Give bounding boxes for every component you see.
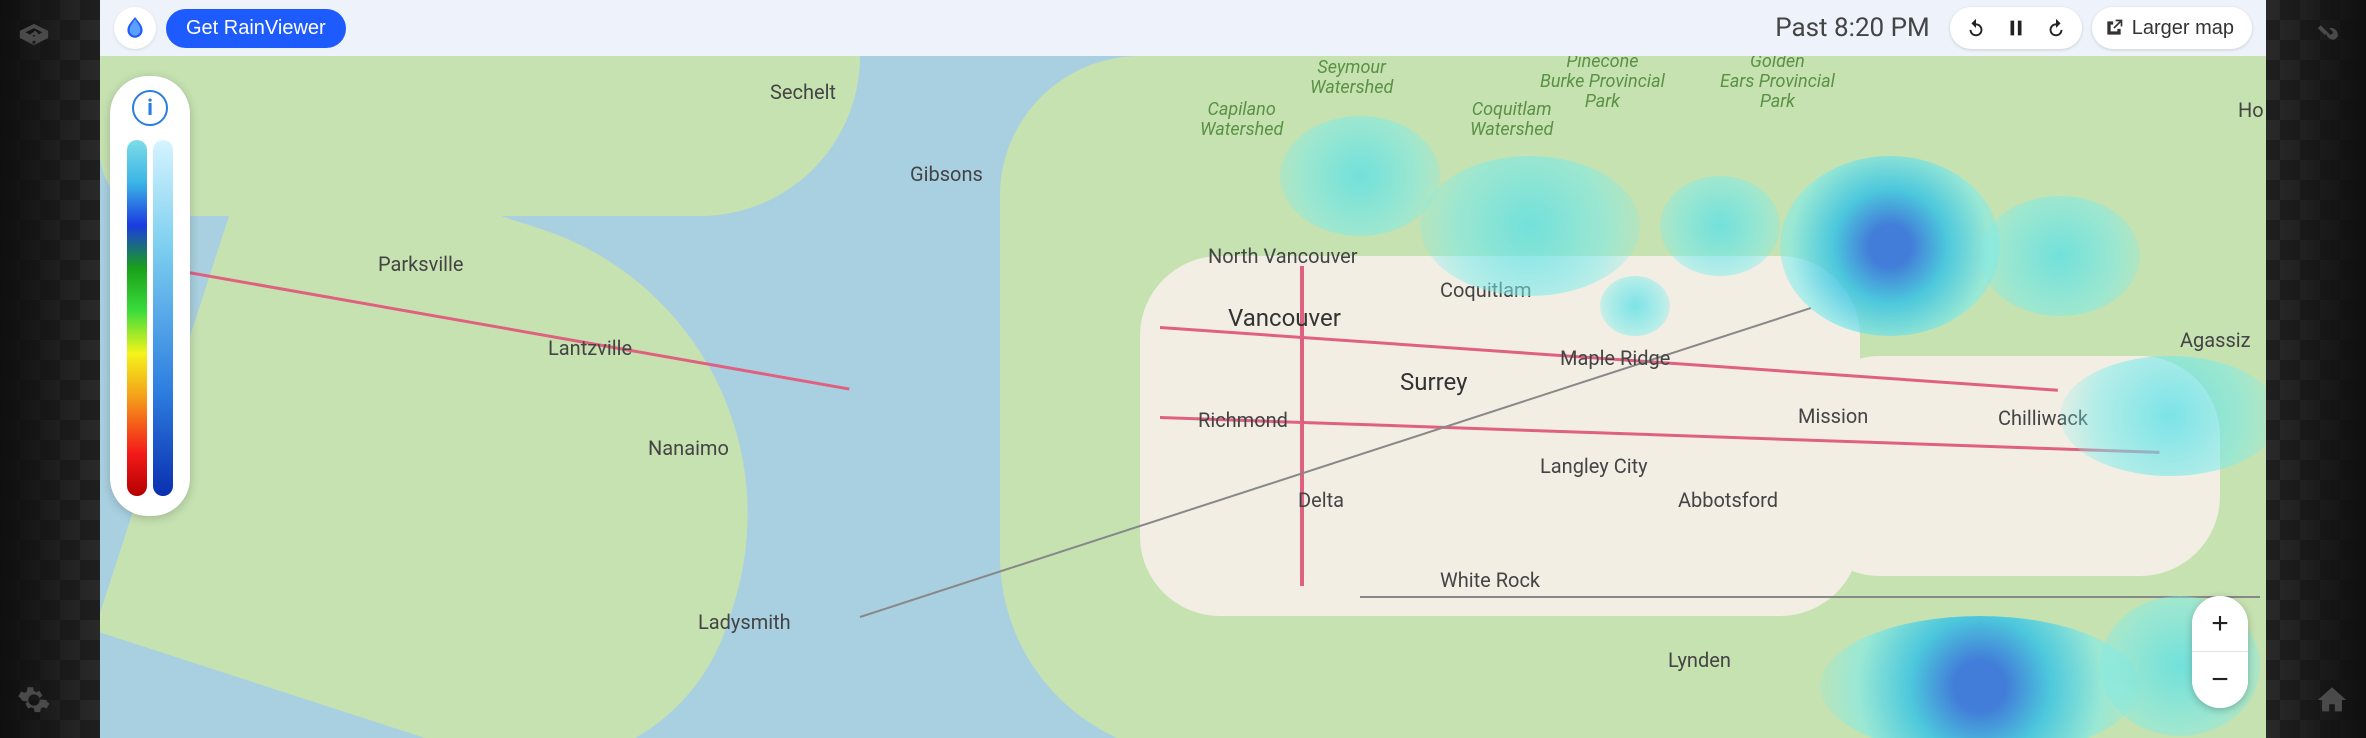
city-label: Abbotsford (1678, 488, 1778, 512)
home-icon[interactable] (2312, 680, 2352, 720)
map-area[interactable]: CapilanoWatershedSeymourWatershedCoquitl… (100, 56, 2266, 738)
precip-cell (1780, 156, 2000, 336)
city-label: Vancouver (1228, 304, 1341, 332)
rainviewer-logo[interactable] (114, 7, 156, 49)
zoom-controls: + − (2192, 596, 2248, 708)
city-label: Sechelt (770, 80, 836, 104)
intensity-legend: i (110, 76, 190, 516)
zoom-out-button[interactable]: − (2192, 652, 2248, 708)
city-label: Ladysmith (698, 610, 791, 634)
time-label: Past 8:20 PM (1775, 13, 1929, 43)
precip-cell (1600, 276, 1670, 336)
time-prefix: Past (1775, 13, 1827, 43)
precip-cell (2060, 356, 2266, 476)
settings-icon[interactable] (14, 680, 54, 720)
park-label: GoldenEars ProvincialPark (1720, 56, 1835, 111)
city-label: Delta (1298, 488, 1344, 512)
step-forward-button[interactable] (2038, 10, 2074, 46)
step-forward-icon (2045, 17, 2067, 39)
city-label: Surrey (1400, 368, 1467, 396)
playback-controls (1950, 7, 2082, 49)
legend-snow-scale (153, 140, 173, 496)
frame-shade-left (0, 0, 100, 738)
top-bar: Get RainViewer Past 8:20 PM Larger map (100, 0, 2266, 56)
city-label: North Vancouver (1208, 244, 1358, 268)
zoom-in-button[interactable]: + (2192, 596, 2248, 652)
legend-info-button[interactable]: i (132, 90, 168, 126)
help-icon[interactable] (14, 18, 54, 58)
precip-cell (1280, 116, 1440, 236)
city-label: Gibsons (910, 162, 983, 186)
precip-cell (1420, 156, 1640, 296)
city-label: Ho (2238, 98, 2264, 122)
city-label: Langley City (1540, 454, 1648, 478)
city-label: White Rock (1440, 568, 1540, 592)
legend-rain-scale (127, 140, 147, 496)
city-label: Agassiz (2180, 328, 2251, 352)
park-label: PineconeBurke ProvincialPark (1540, 56, 1665, 111)
city-label: Maple Ridge (1560, 346, 1670, 370)
tools-icon[interactable] (2312, 18, 2352, 58)
city-label: Richmond (1198, 408, 1288, 432)
legend-bars (120, 140, 180, 496)
city-label: Mission (1798, 404, 1868, 428)
external-link-icon (2104, 18, 2124, 38)
larger-map-button[interactable]: Larger map (2092, 7, 2252, 49)
step-back-button[interactable] (1958, 10, 1994, 46)
city-label: Lynden (1668, 648, 1731, 672)
map-panel: Get RainViewer Past 8:20 PM Larger map (100, 0, 2266, 738)
precip-cell (1980, 196, 2140, 316)
precip-cell (1660, 176, 1780, 276)
city-label: Nanaimo (648, 436, 729, 460)
city-label: Lantzville (548, 336, 632, 360)
larger-map-label: Larger map (2132, 17, 2234, 40)
get-rainviewer-button[interactable]: Get RainViewer (166, 9, 346, 48)
pause-icon (2005, 17, 2027, 39)
city-label: Parksville (378, 252, 464, 276)
park-label: CapilanoWatershed (1200, 100, 1283, 140)
pause-button[interactable] (1998, 10, 2034, 46)
time-value: 8:20 PM (1834, 13, 1930, 43)
step-back-icon (1965, 17, 1987, 39)
frame-shade-right (2266, 0, 2366, 738)
park-label: SeymourWatershed (1310, 58, 1393, 98)
